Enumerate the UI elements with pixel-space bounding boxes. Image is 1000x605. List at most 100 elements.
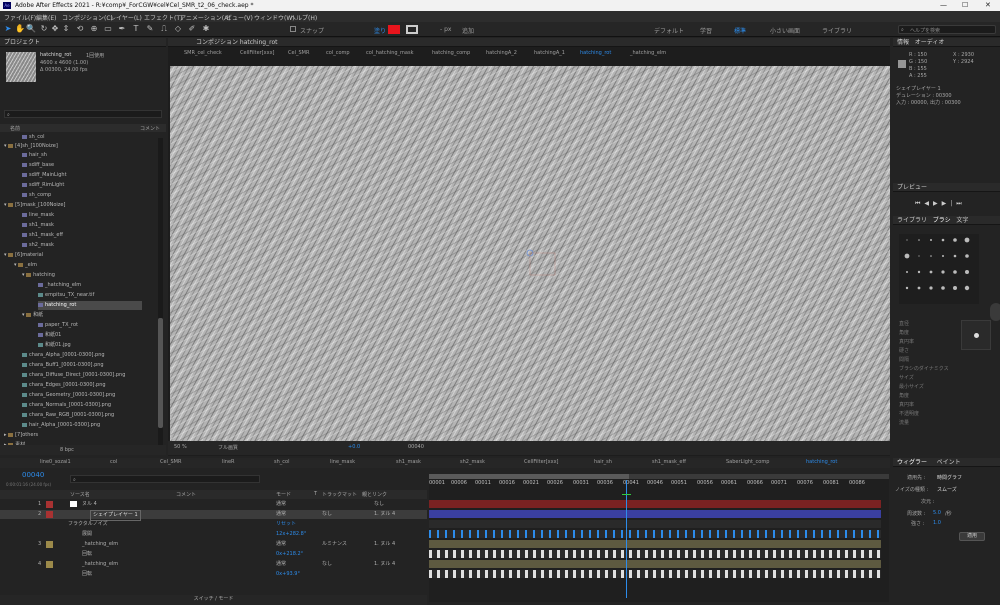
timeline-tab[interactable]: col <box>110 458 117 467</box>
timeline-tab[interactable]: Cel_SMR <box>160 458 181 467</box>
comp-tab[interactable]: Cel_SMR <box>288 49 309 58</box>
property-row[interactable]: 回転 0x+93.9° <box>0 570 427 579</box>
layer-row[interactable]: 3 _hatching_elm 通常 ルミナンス 1. ヌル 4 <box>0 540 427 549</box>
pen-tool-icon[interactable]: ✒ <box>118 25 126 33</box>
roto-tool-icon[interactable]: ✐ <box>188 25 196 33</box>
timeline-tab[interactable]: sh1_mask <box>396 458 421 467</box>
apply-to-select[interactable]: 時間グラフ <box>937 474 962 481</box>
list-item[interactable]: ▾ 和紙 <box>22 311 43 320</box>
menu-animation[interactable]: アニメーション(A) <box>180 13 231 22</box>
maximize-button[interactable]: ☐ <box>962 1 968 9</box>
comp-tab[interactable]: SMR_cel_check <box>184 49 222 58</box>
list-item[interactable]: sdiff_MainLight <box>22 171 67 180</box>
project-search-input[interactable]: ⌕ <box>4 110 162 118</box>
rotate-tool-icon[interactable]: ⟲ <box>76 25 84 33</box>
list-item[interactable]: hair_sh <box>22 151 47 160</box>
switches-modes-toggle[interactable]: スイッチ / モード <box>0 595 427 605</box>
layer-bar-shape[interactable] <box>429 510 881 518</box>
audio-tab[interactable]: オーディオ <box>915 39 945 46</box>
puppet-tool-icon[interactable]: ✱ <box>202 25 210 33</box>
composition-viewer[interactable] <box>170 66 890 441</box>
brush-tool-icon[interactable]: ✎ <box>146 25 154 33</box>
timeline-tab[interactable]: CellFilter[xxx] <box>524 458 559 467</box>
layer-bar-null[interactable] <box>429 500 881 508</box>
fill-label[interactable]: 塗り <box>374 26 386 35</box>
keyframe-track[interactable] <box>429 530 881 538</box>
frequency-value[interactable]: 5.0 <box>933 510 941 516</box>
timeline-tab[interactable]: line0_sozai1 <box>40 458 71 467</box>
timeline-tab[interactable]: line_mask <box>330 458 355 467</box>
text-tool-icon[interactable]: T <box>132 25 140 33</box>
list-item[interactable]: ▾ [4]sh_[100Noize] <box>4 142 58 151</box>
preview-title[interactable]: プレビュー <box>893 183 1000 192</box>
playhead[interactable] <box>626 480 627 598</box>
list-item[interactable]: chara_Edges_[0001-0300].png <box>22 381 106 390</box>
orbit-tool-icon[interactable]: ↻ <box>40 25 48 33</box>
comp-tab[interactable]: col_comp <box>326 49 350 58</box>
list-item[interactable]: sh_comp <box>22 191 51 200</box>
menu-layer[interactable]: レイヤー(L) <box>110 13 142 22</box>
composition-title[interactable]: コンポジション hatching_rot <box>168 38 890 47</box>
effect-row[interactable]: フラクタルノイズ リセット <box>0 520 427 529</box>
layer-bar-hatching-4[interactable] <box>429 560 881 568</box>
col-parent[interactable]: 親とリンク <box>362 491 387 498</box>
keyframe-track[interactable] <box>429 550 881 558</box>
timeline-search-input[interactable]: ⌕ <box>70 475 260 483</box>
list-item-selected[interactable]: hatching_rot <box>38 301 142 310</box>
list-item[interactable]: paper_TX_rot <box>38 321 78 330</box>
list-item[interactable]: ▾ hatching <box>22 271 55 280</box>
add-button[interactable]: 追加 <box>462 26 474 35</box>
info-tab[interactable]: 情報 <box>897 39 909 46</box>
list-item[interactable]: empitsu_TX_near.tif <box>38 291 94 300</box>
list-item[interactable]: sh2_mask <box>22 241 54 250</box>
list-item[interactable]: ▾ [6]material <box>4 251 43 260</box>
timeline-tab[interactable]: sh2_mask <box>460 458 485 467</box>
list-item[interactable]: sh_col <box>22 133 44 142</box>
list-item[interactable]: ▾ _elm <box>14 261 37 270</box>
menu-window[interactable]: ウィンドウ(W) <box>254 13 295 22</box>
brush-tab[interactable]: ブラシ <box>933 217 951 224</box>
layer-bar-hatching-3[interactable] <box>429 540 881 548</box>
layer-row-selected[interactable]: 2 シェイプレイヤー 1 通常 なし 1. ヌル 4 <box>0 510 427 521</box>
timeline-tab-active[interactable]: hatching_rot <box>806 458 837 467</box>
workspace-default[interactable]: デフォルト <box>654 26 684 35</box>
magnitude-value[interactable]: 1.0 <box>933 520 941 526</box>
pan-tool-icon[interactable]: ✥ <box>51 25 59 33</box>
stroke-width[interactable]: - px <box>440 26 451 33</box>
workspace-learn[interactable]: 学習 <box>700 26 712 35</box>
snap-checkbox[interactable] <box>290 26 296 32</box>
dolly-tool-icon[interactable]: ⇕ <box>62 25 70 33</box>
list-item[interactable]: sdiff_RimLight <box>22 181 64 190</box>
list-item[interactable]: sdiff_base <box>22 161 54 170</box>
workspace-library[interactable]: ライブラリ <box>822 26 852 35</box>
menu-edit[interactable]: 編集(E) <box>36 13 56 22</box>
comp-tab[interactable]: hatching_comp <box>432 49 470 58</box>
list-item[interactable]: chara_Geometry_[0001-0300].png <box>22 391 115 400</box>
list-item[interactable]: line_mask <box>22 211 54 220</box>
timeline-tab[interactable]: hair_sh <box>594 458 612 467</box>
close-button[interactable]: ✕ <box>985 1 991 9</box>
menu-file[interactable]: ファイル(F) <box>4 13 36 22</box>
bpc-indicator[interactable]: 8 bpc <box>60 447 74 453</box>
workspace-small[interactable]: 小さい画面 <box>770 26 800 35</box>
timeline-tab[interactable]: sh1_mask_eff <box>652 458 686 467</box>
workspace-standard[interactable]: 標準 <box>734 26 746 35</box>
zoom-level[interactable]: 50 % <box>174 444 187 450</box>
menu-view[interactable]: ビュー(V) <box>226 13 253 22</box>
comp-tab[interactable]: hatchingA_2 <box>486 49 517 58</box>
comp-tab[interactable]: hatchingA_1 <box>534 49 565 58</box>
timeline-graph[interactable]: 00001 00006 00011 00016 00021 00026 0003… <box>429 474 889 602</box>
col-source[interactable]: ソース名 <box>70 491 90 498</box>
list-item[interactable]: chara_Buff1_[0001-0300].png <box>22 361 104 370</box>
list-item[interactable]: chara_Normals_[0001-0300].png <box>22 401 111 410</box>
layer-row[interactable]: 1 ヌル 4 通常 なし <box>0 500 427 509</box>
timeline-tab[interactable]: sh_col <box>274 458 289 467</box>
selection-tool-icon[interactable]: ➤ <box>4 25 12 33</box>
zoom-tool-icon[interactable]: 🔍 <box>26 25 36 33</box>
stamp-tool-icon[interactable]: ⎍ <box>160 25 168 33</box>
stroke-swatch[interactable] <box>406 25 418 34</box>
exposure-value[interactable]: +0.0 <box>348 444 360 450</box>
col-name[interactable]: 名前 <box>10 125 20 132</box>
list-item[interactable]: chara_Raw_RGB_[0001-0300].png <box>22 411 114 420</box>
list-item[interactable]: chara_Diffuse_Direct_[0001-0300].png <box>22 371 125 380</box>
